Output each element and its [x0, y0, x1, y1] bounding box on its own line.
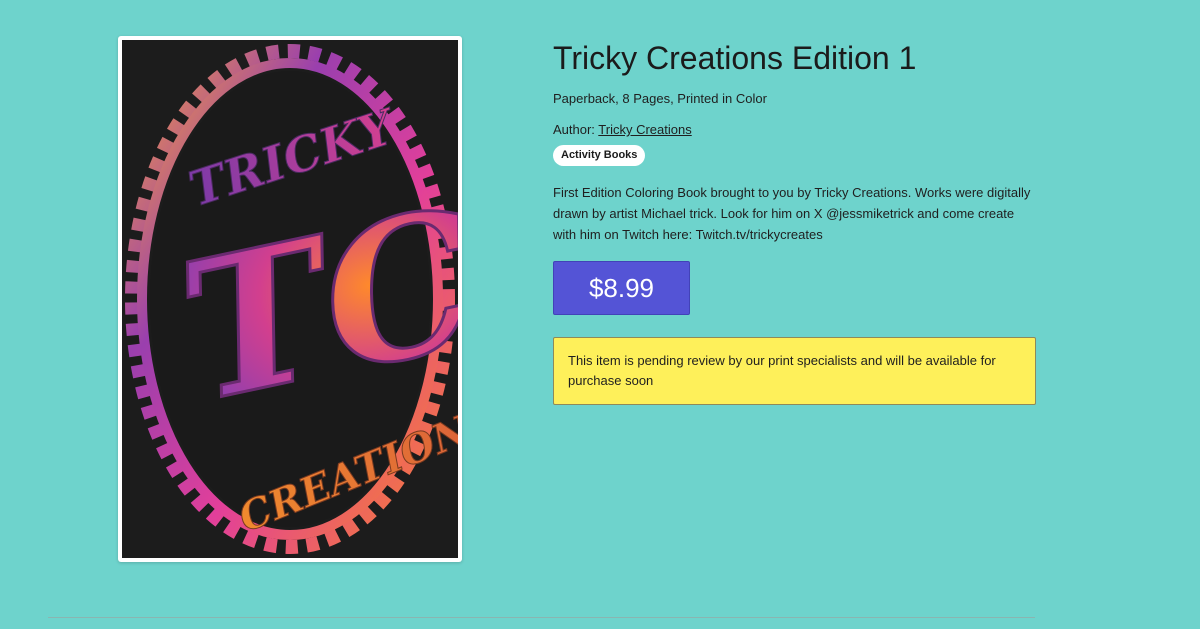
- cover-art: TRICKY TC CREATIONS: [122, 40, 458, 558]
- author-label: Author:: [553, 122, 599, 137]
- footer-divider: [48, 617, 1035, 618]
- price-button[interactable]: $8.99: [553, 261, 690, 315]
- category-badge[interactable]: Activity Books: [553, 145, 646, 166]
- product-format: Paperback, 8 Pages, Printed in Color: [553, 91, 767, 106]
- author-link[interactable]: Tricky Creations: [598, 122, 691, 137]
- pending-review-notice: This item is pending review by our print…: [553, 337, 1036, 405]
- author-line: Author: Tricky Creations: [553, 121, 1043, 139]
- book-cover-image: TRICKY TC CREATIONS: [118, 36, 462, 562]
- product-title: Tricky Creations Edition 1: [553, 40, 917, 76]
- product-details: Tricky Creations Edition 1 Paperback, 8 …: [553, 38, 1043, 405]
- product-description: First Edition Coloring Book brought to y…: [553, 185, 1031, 242]
